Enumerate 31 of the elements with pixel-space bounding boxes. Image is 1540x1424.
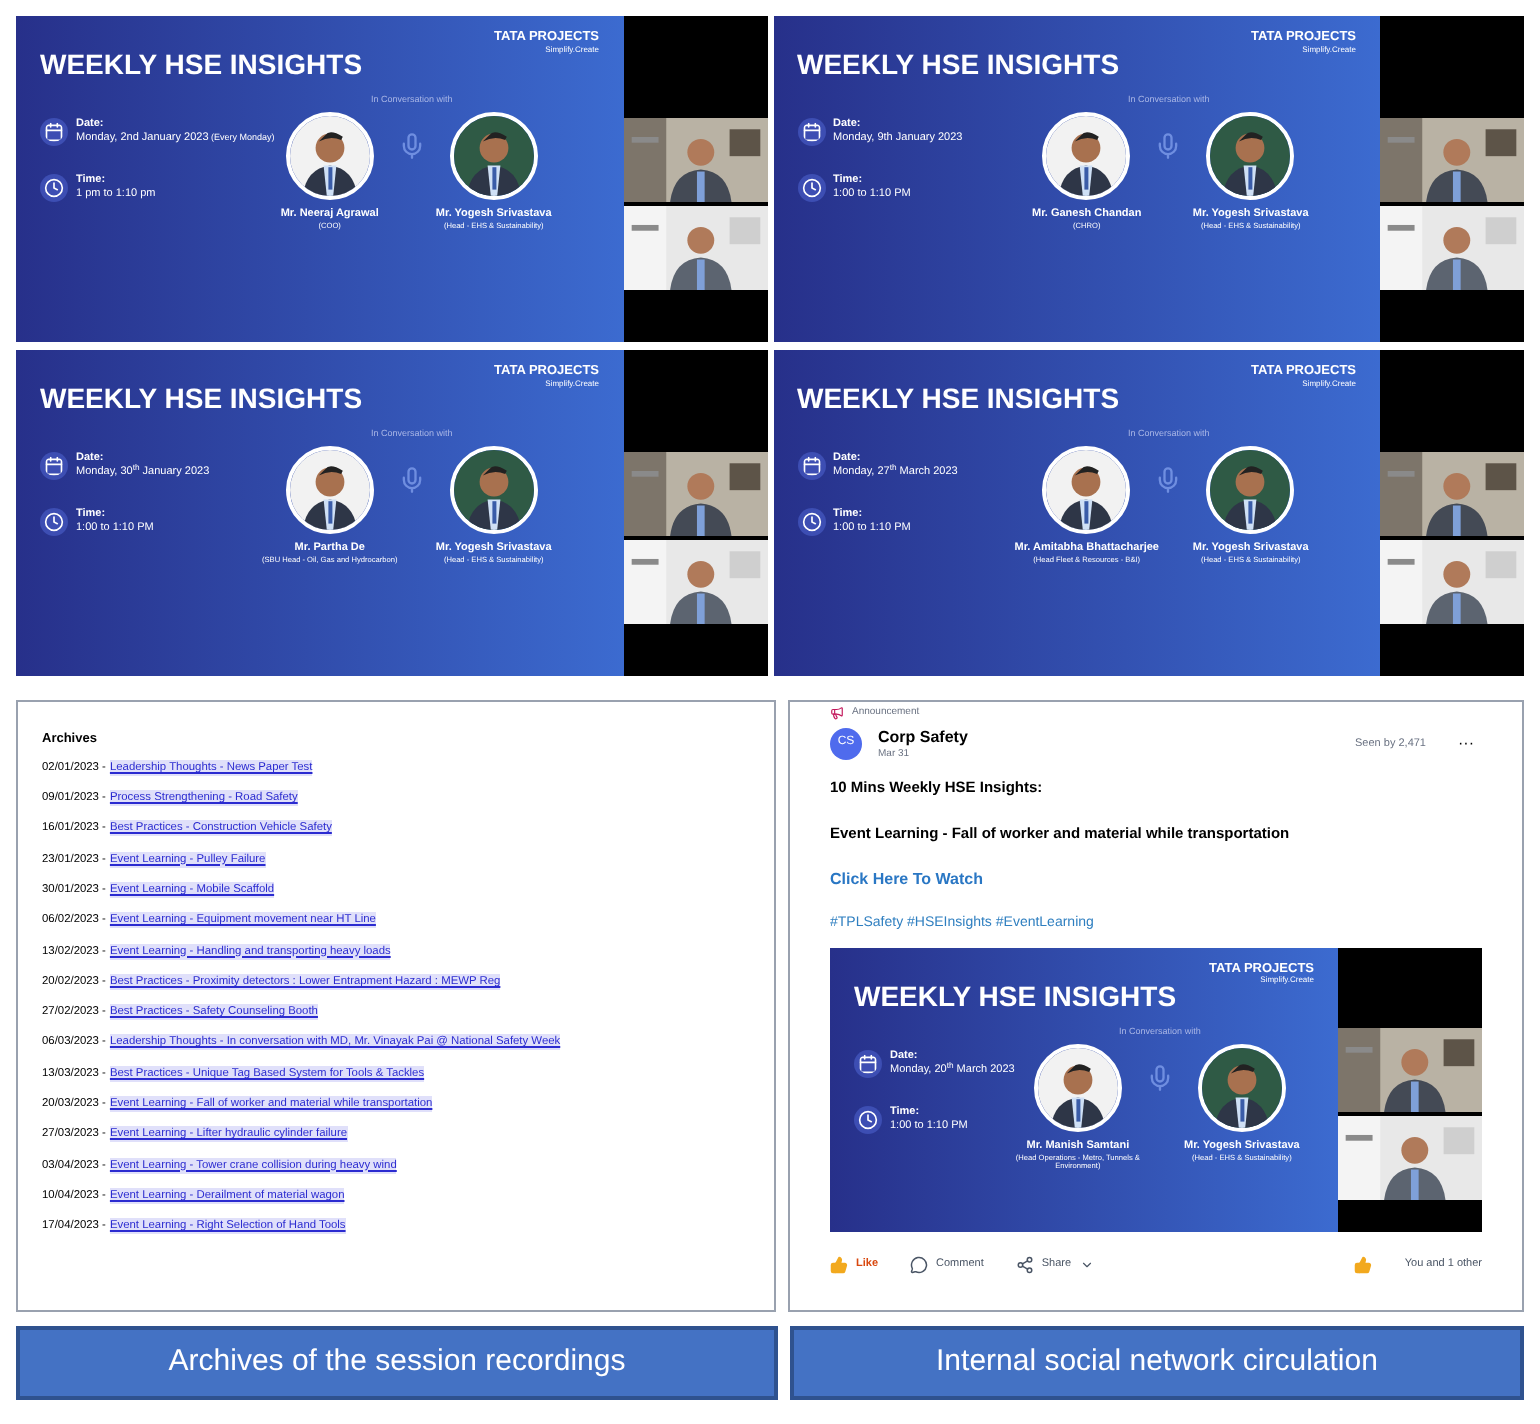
comment-icon — [910, 1255, 929, 1274]
slide-title: WEEKLY HSE INSIGHTS — [40, 46, 363, 84]
author-name: Corp Safety — [878, 727, 970, 747]
clock-icon — [797, 174, 825, 202]
caption-box: Archives of the session recordings — [16, 1326, 778, 1400]
thumbs-up-icon — [830, 1255, 848, 1274]
share-icon — [1015, 1255, 1034, 1274]
clock-icon — [854, 1105, 882, 1134]
calendar-icon — [797, 452, 825, 480]
caption-box: Internal social network circulation — [789, 1326, 1524, 1400]
microphone-icon — [1145, 1059, 1174, 1095]
calendar-icon — [854, 1049, 882, 1078]
watch-link[interactable]: Click Here To Watch — [830, 868, 983, 893]
chevron-down-icon — [1079, 1257, 1094, 1272]
slide-title: WEEKLY HSE INSIGHTS — [797, 380, 1120, 418]
microphone-icon — [1154, 461, 1183, 498]
slide-title: WEEKLY HSE INSIGHTS — [40, 380, 363, 418]
microphone-icon — [397, 127, 426, 164]
thumbs-up-icon — [1354, 1255, 1373, 1274]
clock-icon — [40, 508, 68, 536]
calendar-icon — [40, 452, 68, 480]
clock-icon — [40, 174, 68, 202]
calendar-icon — [40, 118, 68, 146]
more-button[interactable]: ··· — [1458, 731, 1474, 756]
microphone-icon — [397, 461, 426, 498]
microphone-icon — [1154, 127, 1183, 164]
slide-title: WEEKLY HSE INSIGHTS — [854, 977, 1177, 1016]
megaphone-icon — [830, 706, 844, 721]
slide-title: WEEKLY HSE INSIGHTS — [797, 46, 1120, 84]
calendar-icon — [797, 118, 825, 146]
clock-icon — [797, 508, 825, 536]
